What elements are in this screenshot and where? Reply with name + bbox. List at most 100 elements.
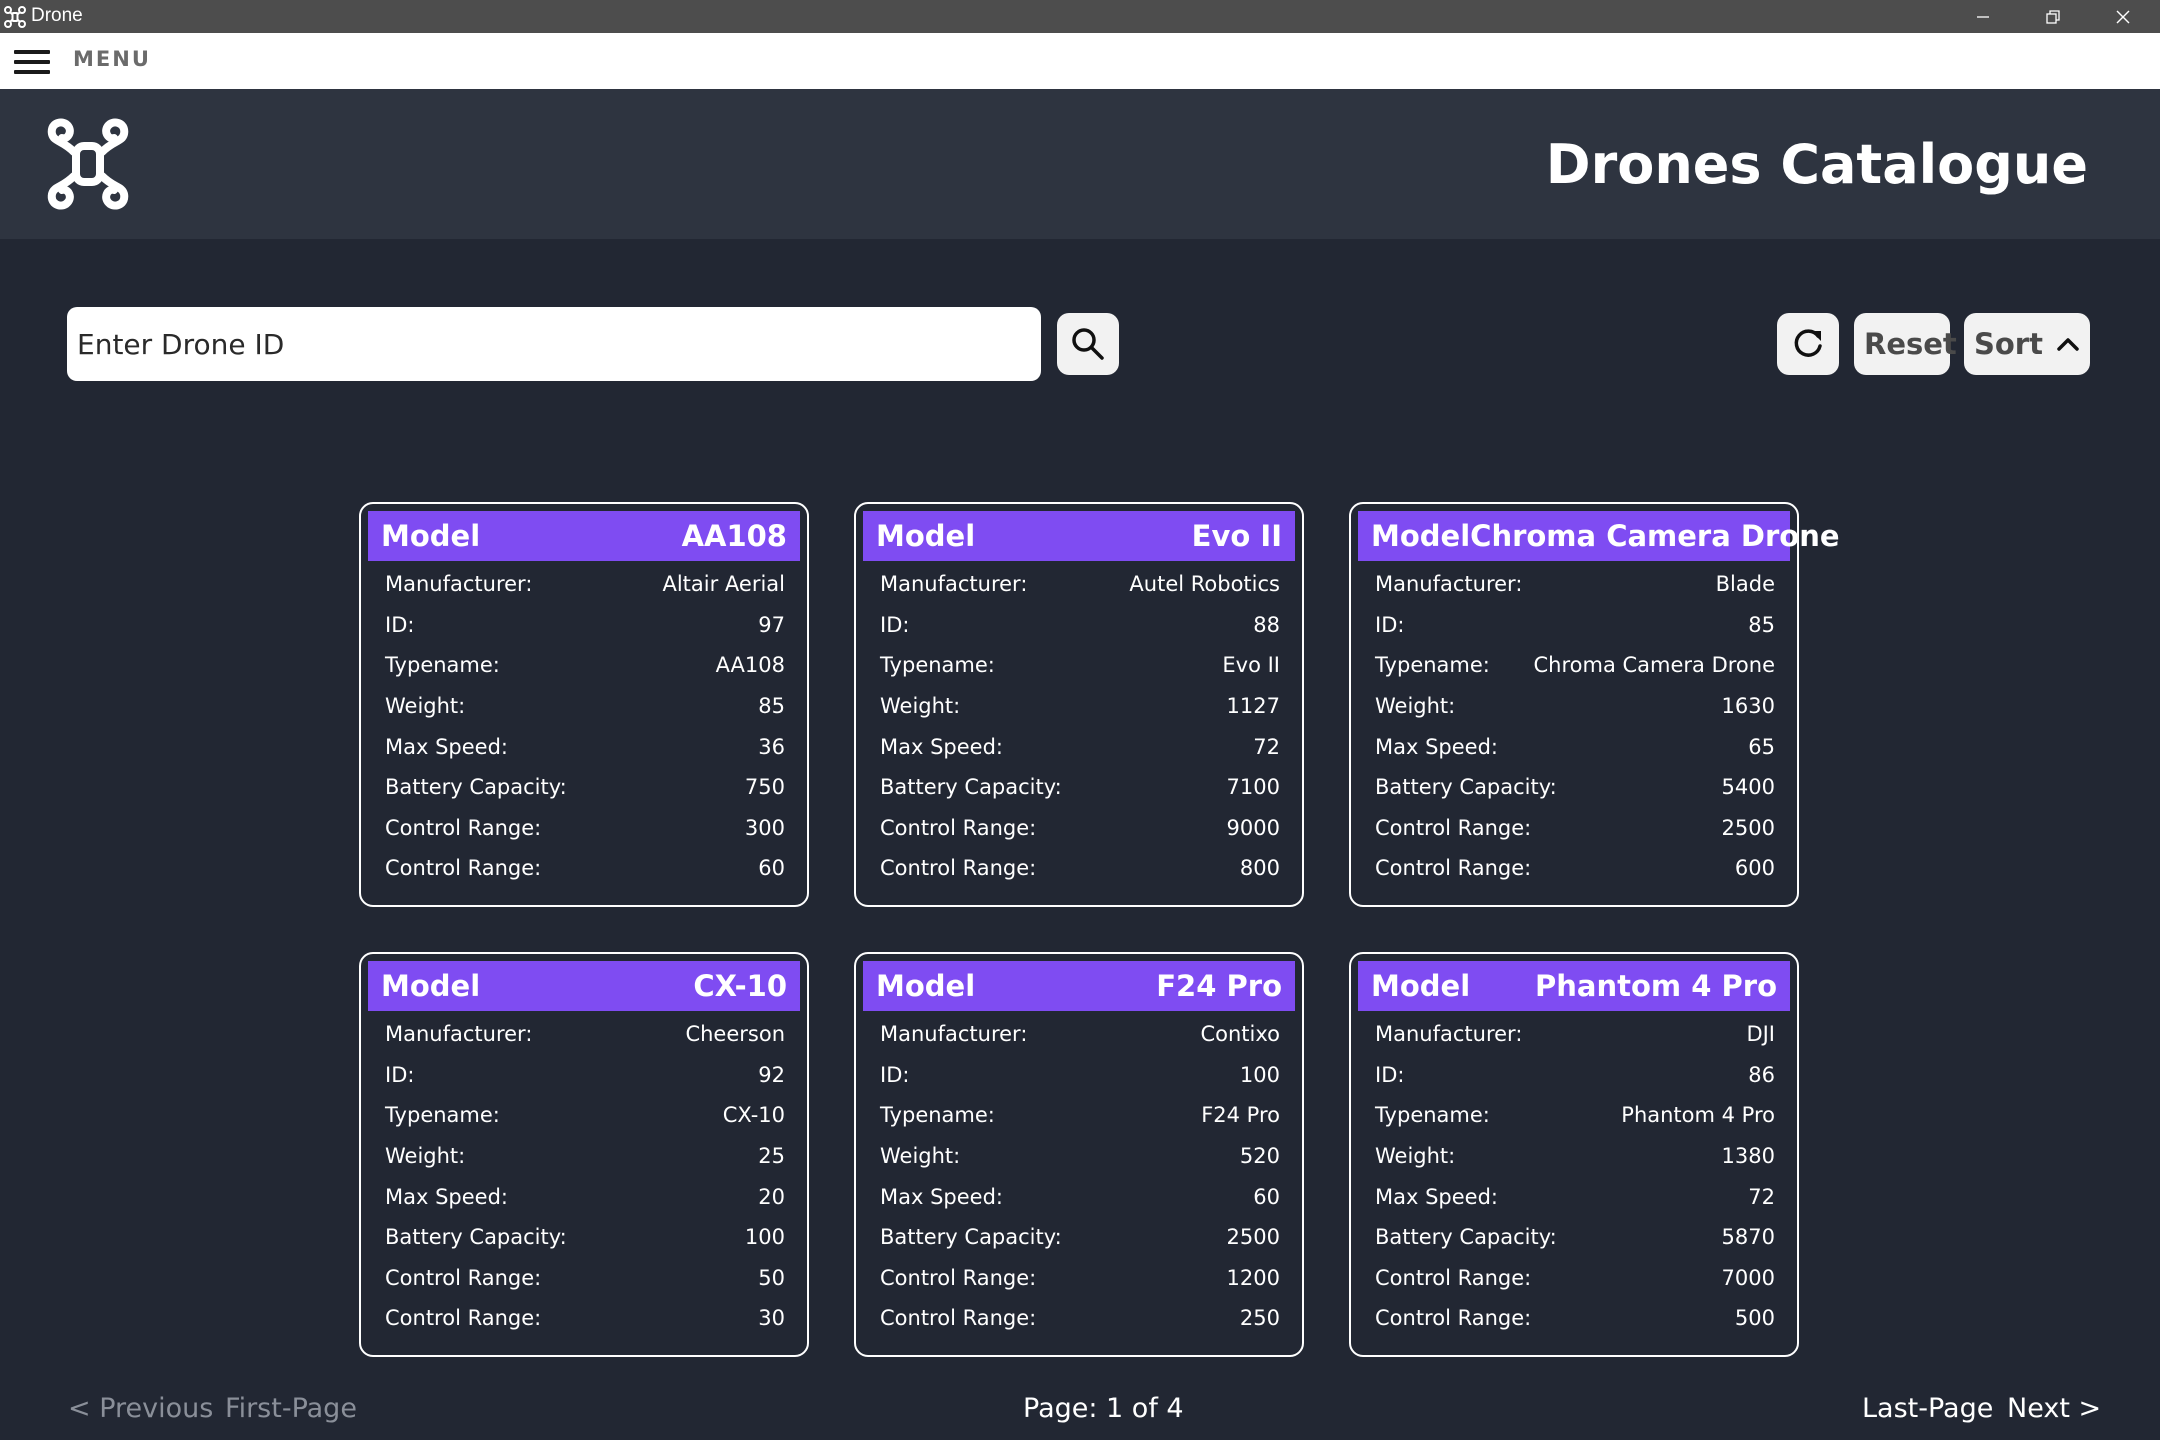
drone-icon <box>4 6 26 28</box>
detail-label: Manufacturer: <box>385 572 533 597</box>
detail-value: Contixo <box>1200 1022 1280 1047</box>
detail-row: Weight: 1127 <box>880 686 1280 727</box>
detail-value: 60 <box>1253 1184 1280 1209</box>
detail-value: 7100 <box>1226 775 1280 800</box>
detail-row: Control Range: 250 <box>880 1298 1280 1339</box>
minimize-button[interactable] <box>1948 0 2018 33</box>
detail-value: Altair Aerial <box>662 572 785 597</box>
detail-label: ID: <box>385 1062 415 1087</box>
drone-card[interactable]: Model Phantom 4 Pro Manufacturer: DJI ID: 86 T… <box>1349 952 1799 1357</box>
detail-row: Max Speed: 60 <box>880 1176 1280 1217</box>
detail-label: Max Speed: <box>1375 734 1498 759</box>
drone-card[interactable]: Model AA108 Manufacturer: Altair Aerial ID: 9… <box>359 502 809 907</box>
detail-label: Max Speed: <box>385 734 508 759</box>
first-page-link[interactable]: First-Page <box>225 1393 357 1424</box>
close-icon <box>2116 10 2130 23</box>
detail-label: Max Speed: <box>1375 1184 1498 1209</box>
last-page-link[interactable]: Last-Page <box>1862 1393 1993 1424</box>
detail-row: Max Speed: 65 <box>1375 726 1775 767</box>
detail-row: Battery Capacity: 5400 <box>1375 767 1775 808</box>
detail-row: Battery Capacity: 750 <box>385 767 785 808</box>
detail-label: Control Range: <box>385 856 542 881</box>
detail-value: Phantom 4 Pro <box>1621 1103 1775 1128</box>
detail-row: Max Speed: 20 <box>385 1176 785 1217</box>
detail-value: 250 <box>1239 1306 1280 1331</box>
detail-row: ID: 88 <box>880 605 1280 646</box>
model-label: Model <box>381 969 481 1003</box>
detail-value: 2500 <box>1721 815 1775 840</box>
detail-row: Typename: CX-10 <box>385 1095 785 1136</box>
next-page-link[interactable]: Next > <box>2007 1393 2101 1424</box>
detail-value: 2500 <box>1226 1225 1280 1250</box>
window-titlebar: Drone <box>0 0 2160 33</box>
detail-value: 20 <box>758 1184 785 1209</box>
detail-row: ID: 92 <box>385 1055 785 1096</box>
detail-row: ID: 97 <box>385 605 785 646</box>
app-header: Drones Catalogue <box>0 89 2160 239</box>
search-icon <box>1072 328 1104 360</box>
detail-label: ID: <box>880 1062 910 1087</box>
detail-row: Battery Capacity: 5870 <box>1375 1217 1775 1258</box>
detail-row: ID: 85 <box>1375 605 1775 646</box>
hamburger-icon[interactable] <box>14 48 50 76</box>
model-label: Model <box>876 519 976 553</box>
menu-label[interactable]: MENU <box>73 47 151 71</box>
model-name: Phantom 4 Pro <box>1535 969 1777 1003</box>
drone-id-search-input[interactable] <box>67 307 1041 381</box>
detail-label: Control Range: <box>880 815 1037 840</box>
detail-label: Weight: <box>385 694 466 719</box>
detail-row: ID: 100 <box>880 1055 1280 1096</box>
detail-label: Typename: <box>385 653 500 678</box>
chevron-up-icon <box>2057 338 2079 351</box>
detail-row: Typename: Phantom 4 Pro <box>1375 1095 1775 1136</box>
search-button[interactable] <box>1057 313 1119 375</box>
detail-label: Control Range: <box>880 1306 1037 1331</box>
drone-card[interactable]: Model Evo II Manufacturer: Autel Robotics ID… <box>854 502 1304 907</box>
detail-label: Typename: <box>1375 653 1490 678</box>
card-details: Manufacturer: Contixo ID: 100 Typename: F24 P… <box>880 1014 1280 1339</box>
detail-row: Weight: 1630 <box>1375 686 1775 727</box>
previous-page-link[interactable]: < Previous <box>68 1393 213 1424</box>
detail-value: 60 <box>758 856 785 881</box>
detail-row: Typename: AA108 <box>385 645 785 686</box>
detail-value: 85 <box>758 694 785 719</box>
refresh-icon <box>1794 329 1822 357</box>
model-name: F24 Pro <box>1156 969 1282 1003</box>
detail-row: Typename: Chroma Camera Drone <box>1375 645 1775 686</box>
detail-row: Control Range: 7000 <box>1375 1258 1775 1299</box>
model-label: Model <box>876 969 976 1003</box>
detail-value: Blade <box>1715 572 1775 597</box>
detail-value: AA108 <box>715 653 785 678</box>
detail-value: 7000 <box>1721 1265 1775 1290</box>
reset-button[interactable]: Reset <box>1854 313 1957 375</box>
window-title: Drone <box>31 5 83 26</box>
detail-value: 600 <box>1734 856 1775 881</box>
detail-label: Manufacturer: <box>385 1022 533 1047</box>
page-status: Page: 1 of 4 <box>1023 1393 1184 1424</box>
minimize-icon <box>1977 15 1989 18</box>
drone-card[interactable]: Model F24 Pro Manufacturer: Contixo ID: 100 Ty… <box>854 952 1304 1357</box>
detail-label: Battery Capacity: <box>880 1225 1062 1250</box>
detail-value: 72 <box>1748 1184 1775 1209</box>
sort-button[interactable]: Sort <box>1964 313 2090 375</box>
close-button[interactable] <box>2088 0 2158 33</box>
detail-row: Typename: Evo II <box>880 645 1280 686</box>
card-header: Model F24 Pro <box>863 961 1295 1011</box>
detail-row: Max Speed: 36 <box>385 726 785 767</box>
detail-label: Battery Capacity: <box>1375 775 1557 800</box>
detail-value: CX-10 <box>722 1103 785 1128</box>
drone-card[interactable]: Model CX-10 Manufacturer: Cheerson ID: 92 Type… <box>359 952 809 1357</box>
detail-row: Control Range: 800 <box>880 848 1280 889</box>
detail-row: Control Range: 300 <box>385 808 785 849</box>
card-details: Manufacturer: Cheerson ID: 92 Typename: CX-10… <box>385 1014 785 1339</box>
detail-label: Control Range: <box>1375 856 1532 881</box>
detail-label: Max Speed: <box>385 1184 508 1209</box>
detail-row: Weight: 520 <box>880 1136 1280 1177</box>
detail-value: 1380 <box>1721 1144 1775 1169</box>
detail-label: Weight: <box>1375 694 1456 719</box>
detail-value: Evo II <box>1222 653 1280 678</box>
drone-card[interactable]: Model Chroma Camera Drone Manufacturer: Bla… <box>1349 502 1840 907</box>
refresh-button[interactable] <box>1777 313 1839 375</box>
restore-button[interactable] <box>2018 0 2088 33</box>
detail-label: Battery Capacity: <box>385 1225 567 1250</box>
